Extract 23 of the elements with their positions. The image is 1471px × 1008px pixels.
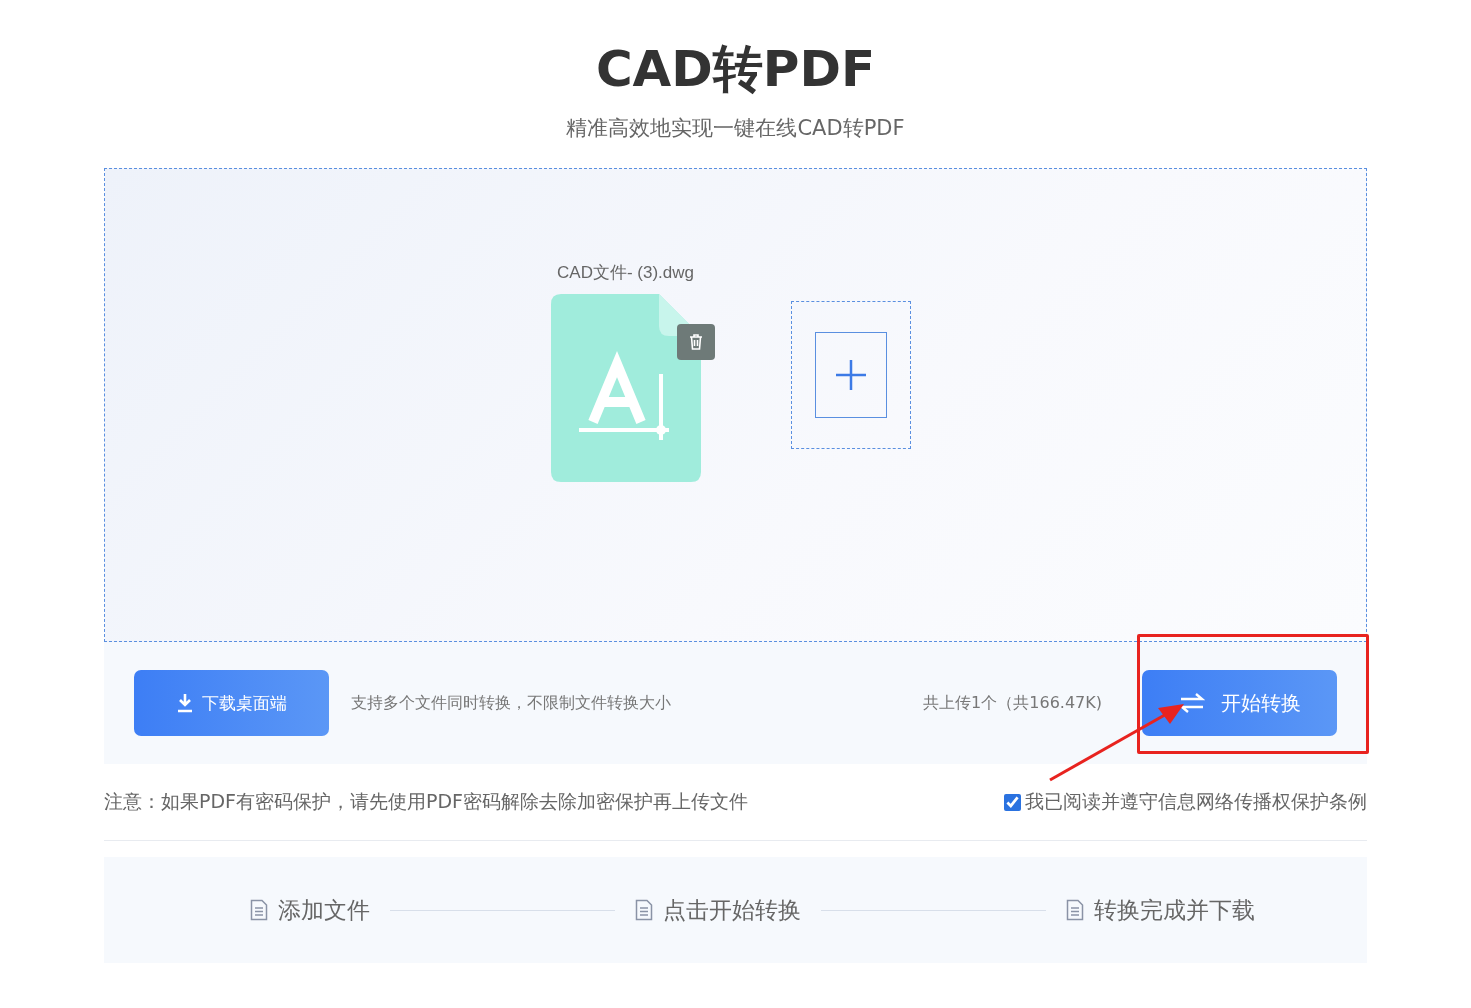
document-icon bbox=[1066, 899, 1084, 921]
upload-drop-zone[interactable]: CAD文件- (3).dwg bbox=[104, 168, 1367, 642]
document-icon bbox=[250, 899, 268, 921]
page-title: CAD转PDF bbox=[595, 39, 876, 100]
upload-count: 共上传1个（共166.47K) bbox=[923, 692, 1102, 714]
page-subtitle: 精准高效地实现一键在线CAD转PDF bbox=[566, 115, 905, 142]
agreement-label: 我已阅读并遵守信息网络传播权保护条例 bbox=[1025, 789, 1367, 814]
plus-icon bbox=[833, 358, 868, 392]
step-label: 点击开始转换 bbox=[663, 895, 801, 925]
document-icon bbox=[635, 899, 653, 921]
notice-text: 注意：如果PDF有密码保护，请先使用PDF密码解除去除加密保护再上传文件 bbox=[104, 789, 749, 814]
agreement-checkbox-input[interactable] bbox=[1004, 793, 1021, 811]
step-label: 转换完成并下载 bbox=[1094, 895, 1255, 925]
step-label: 添加文件 bbox=[278, 895, 370, 925]
support-text: 支持多个文件同时转换，不限制文件转换大小 bbox=[351, 692, 671, 714]
download-desktop-button[interactable]: 下载桌面端 bbox=[134, 670, 329, 736]
file-name: CAD文件- (3).dwg bbox=[557, 262, 694, 284]
cad-file-icon bbox=[550, 294, 701, 482]
delete-button[interactable] bbox=[676, 324, 715, 360]
download-icon bbox=[176, 693, 194, 713]
add-file-button[interactable] bbox=[790, 301, 911, 449]
swap-arrows-icon bbox=[1178, 693, 1205, 713]
start-convert-button[interactable]: 开始转换 bbox=[1142, 670, 1337, 736]
